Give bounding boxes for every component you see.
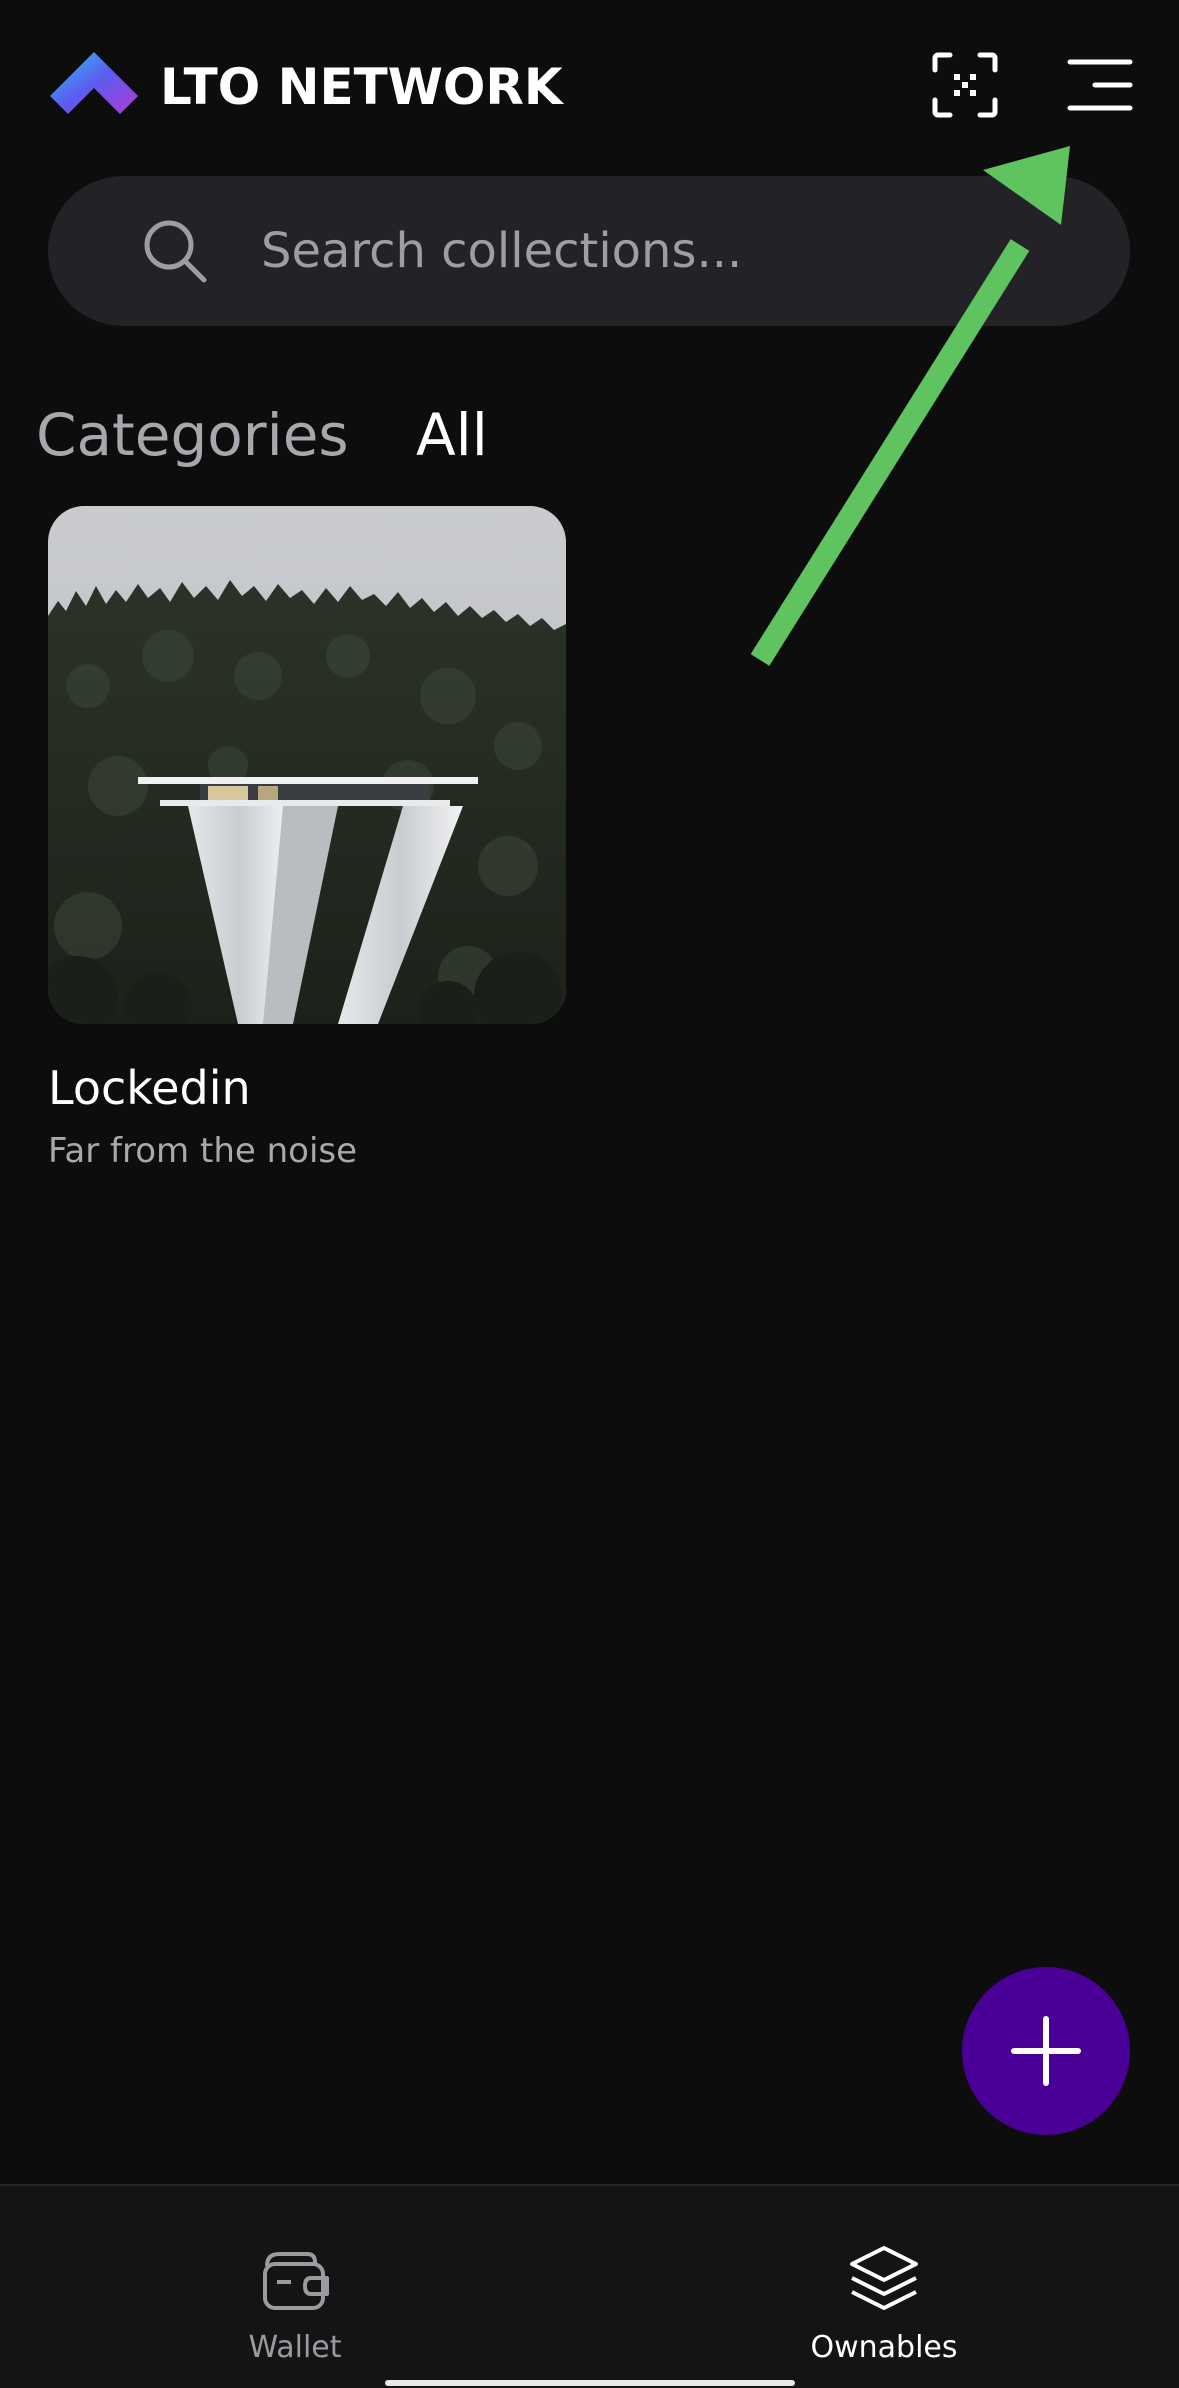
menu-icon: [1067, 59, 1133, 111]
app-header: LTO NETWORK: [0, 0, 1179, 170]
add-button[interactable]: [962, 1967, 1130, 2135]
search-input[interactable]: [213, 201, 973, 301]
wallet-icon: [263, 2252, 329, 2310]
menu-button[interactable]: [1065, 50, 1135, 120]
collection-image[interactable]: [48, 506, 566, 1024]
nav-label-ownables: Ownables: [810, 2330, 958, 2365]
nav-label-wallet: Wallet: [248, 2330, 342, 2365]
qr-scan-icon: [932, 52, 998, 118]
search-bar[interactable]: [48, 176, 1130, 326]
collection-title: Lockedin: [48, 1061, 251, 1115]
layers-icon: [850, 2246, 918, 2310]
plus-icon: [1011, 2016, 1081, 2086]
brand-name: LTO NETWORK: [160, 58, 563, 116]
qr-scan-button[interactable]: [930, 50, 1000, 120]
nav-item-ownables[interactable]: Ownables: [589, 2186, 1179, 2388]
collection-card[interactable]: Lockedin Far from the noise: [48, 506, 566, 1186]
collection-subtitle: Far from the noise: [48, 1131, 358, 1171]
tab-categories[interactable]: Categories: [36, 400, 349, 470]
bottom-nav: Wallet Ownables: [0, 2184, 1179, 2388]
lto-logo-icon: [50, 52, 138, 114]
tab-all[interactable]: All: [416, 400, 488, 470]
search-icon: [144, 220, 207, 283]
home-indicator: [385, 2380, 795, 2386]
nav-item-wallet[interactable]: Wallet: [0, 2186, 590, 2388]
